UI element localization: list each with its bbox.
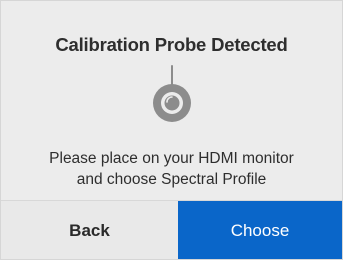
calibration-probe-icon	[147, 65, 197, 135]
message-line-2: and choose Spectral Profile	[76, 171, 267, 188]
dialog-button-bar: Back Choose	[1, 200, 342, 259]
calibration-probe-dialog: Calibration Probe Detected Please place …	[0, 0, 343, 260]
choose-button[interactable]: Choose	[178, 201, 342, 259]
message-line-1: Please place on your HDMI monitor	[49, 150, 294, 167]
dialog-message: Please place on your HDMI monitor and ch…	[1, 148, 342, 190]
back-button[interactable]: Back	[1, 201, 178, 259]
dialog-title: Calibration Probe Detected	[55, 34, 288, 55]
